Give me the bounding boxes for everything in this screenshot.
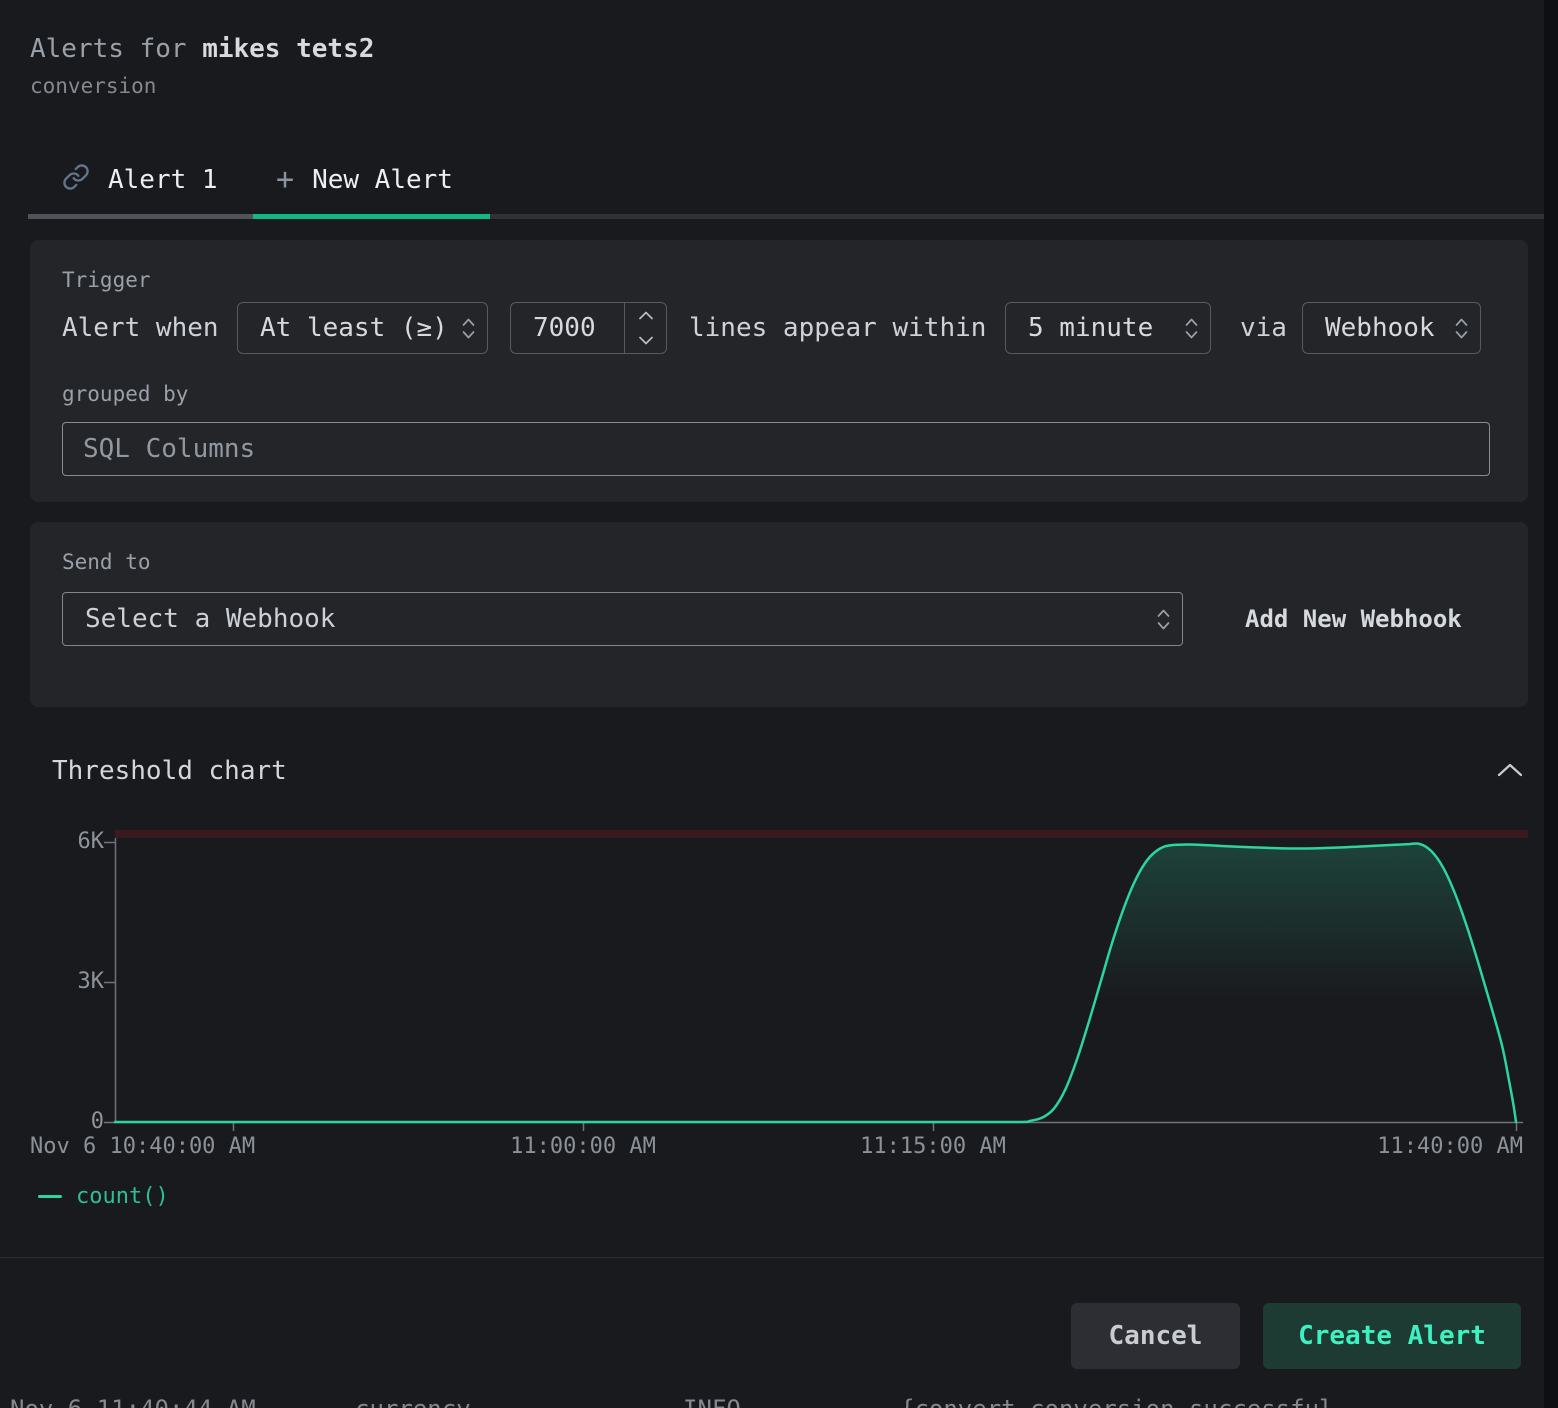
- y-tick-3k: 3K: [34, 969, 104, 995]
- trigger-card: Trigger Alert when At least (≥) lines ap: [30, 240, 1528, 502]
- create-alert-button[interactable]: Create Alert: [1263, 1303, 1521, 1369]
- grouped-by-input[interactable]: [62, 422, 1490, 476]
- chevron-up-down-icon: [1455, 317, 1480, 340]
- footer-divider: [0, 1257, 1558, 1258]
- x-tick-1100: 11:00:00 AM: [510, 1134, 656, 1160]
- page-title-prefix: Alerts for: [30, 34, 202, 64]
- chevron-up-down-icon: [462, 317, 487, 340]
- threshold-band: [115, 830, 1528, 838]
- tab-new-alert-label: New Alert: [312, 165, 453, 195]
- alert-tabs: Alert 1 + New Alert: [0, 150, 1558, 220]
- link-icon: [62, 163, 90, 198]
- legend-line-swatch: [38, 1195, 62, 1198]
- right-edge-strip: [1544, 0, 1558, 1408]
- cancel-button[interactable]: Cancel: [1071, 1303, 1240, 1369]
- dataset-name: mikes tets2: [202, 34, 374, 64]
- active-tab-underline: [253, 214, 490, 219]
- y-tick-0: 0: [34, 1109, 104, 1135]
- threshold-stepper: [624, 303, 666, 353]
- webhook-select[interactable]: Select a Webhook: [62, 592, 1183, 646]
- channel-select[interactable]: Webhook: [1302, 302, 1481, 354]
- tab-new-alert[interactable]: + New Alert: [276, 156, 453, 204]
- y-tick-6k: 6K: [34, 829, 104, 855]
- log-timestamp: Nov 6 11:40:44 AM: [10, 1396, 256, 1408]
- comparator-select[interactable]: At least (≥): [237, 302, 488, 354]
- tab-alert-1-label: Alert 1: [108, 165, 218, 195]
- webhook-select-value: Select a Webhook: [63, 604, 1157, 634]
- channel-value: Webhook: [1303, 313, 1455, 343]
- via-text: via: [1240, 302, 1287, 354]
- x-tick-start: Nov 6 10:40:00 AM: [30, 1134, 255, 1160]
- chart-canvas: [0, 820, 1558, 1150]
- log-column: currency: [355, 1396, 471, 1408]
- tab-alert-1[interactable]: Alert 1: [62, 156, 218, 204]
- comparator-value: At least (≥): [238, 313, 462, 343]
- add-new-webhook-button[interactable]: Add New Webhook: [1245, 592, 1462, 646]
- page-subtitle: conversion: [30, 74, 156, 98]
- send-to-card: Send to Select a Webhook Add New Webhook: [30, 522, 1528, 707]
- plus-icon: +: [276, 165, 294, 195]
- chevron-up-down-icon: [1157, 608, 1182, 631]
- threshold-chart: [0, 820, 1558, 1150]
- collapse-chevron-up-icon[interactable]: [1496, 762, 1524, 782]
- page-title: Alerts for mikes tets2: [30, 34, 374, 64]
- trigger-label: Trigger: [62, 268, 151, 292]
- threshold-chart-title: Threshold chart: [52, 756, 287, 786]
- stepper-up-icon[interactable]: [625, 303, 666, 328]
- window-select[interactable]: 5 minute: [1005, 302, 1211, 354]
- alert-when-text: Alert when: [62, 302, 219, 354]
- log-level: INFO: [683, 1396, 741, 1408]
- alert-dialog: Alerts for mikes tets2 conversion Alert …: [0, 0, 1558, 1408]
- threshold-input-group: [510, 302, 667, 354]
- window-value: 5 minute: [1006, 313, 1185, 343]
- stepper-down-icon[interactable]: [625, 328, 666, 353]
- send-to-label: Send to: [62, 550, 151, 574]
- background-log-row: Nov 6 11:40:44 AM currency INFO {convert…: [0, 1396, 1558, 1408]
- chevron-up-down-icon: [1185, 317, 1210, 340]
- legend-count-label: count(): [76, 1184, 169, 1209]
- tab-alert-1-underline: [28, 214, 253, 219]
- x-tick-end: 11:40:00 AM: [1377, 1134, 1523, 1160]
- x-tick-1115: 11:15:00 AM: [860, 1134, 1006, 1160]
- lines-appear-text: lines appear within: [689, 302, 986, 354]
- grouped-by-label: grouped by: [62, 382, 188, 406]
- log-message: {convert conversion successful: [900, 1396, 1333, 1408]
- chart-legend: count(): [38, 1184, 169, 1209]
- series-area-fill: [115, 843, 1516, 1122]
- threshold-input[interactable]: [511, 303, 624, 353]
